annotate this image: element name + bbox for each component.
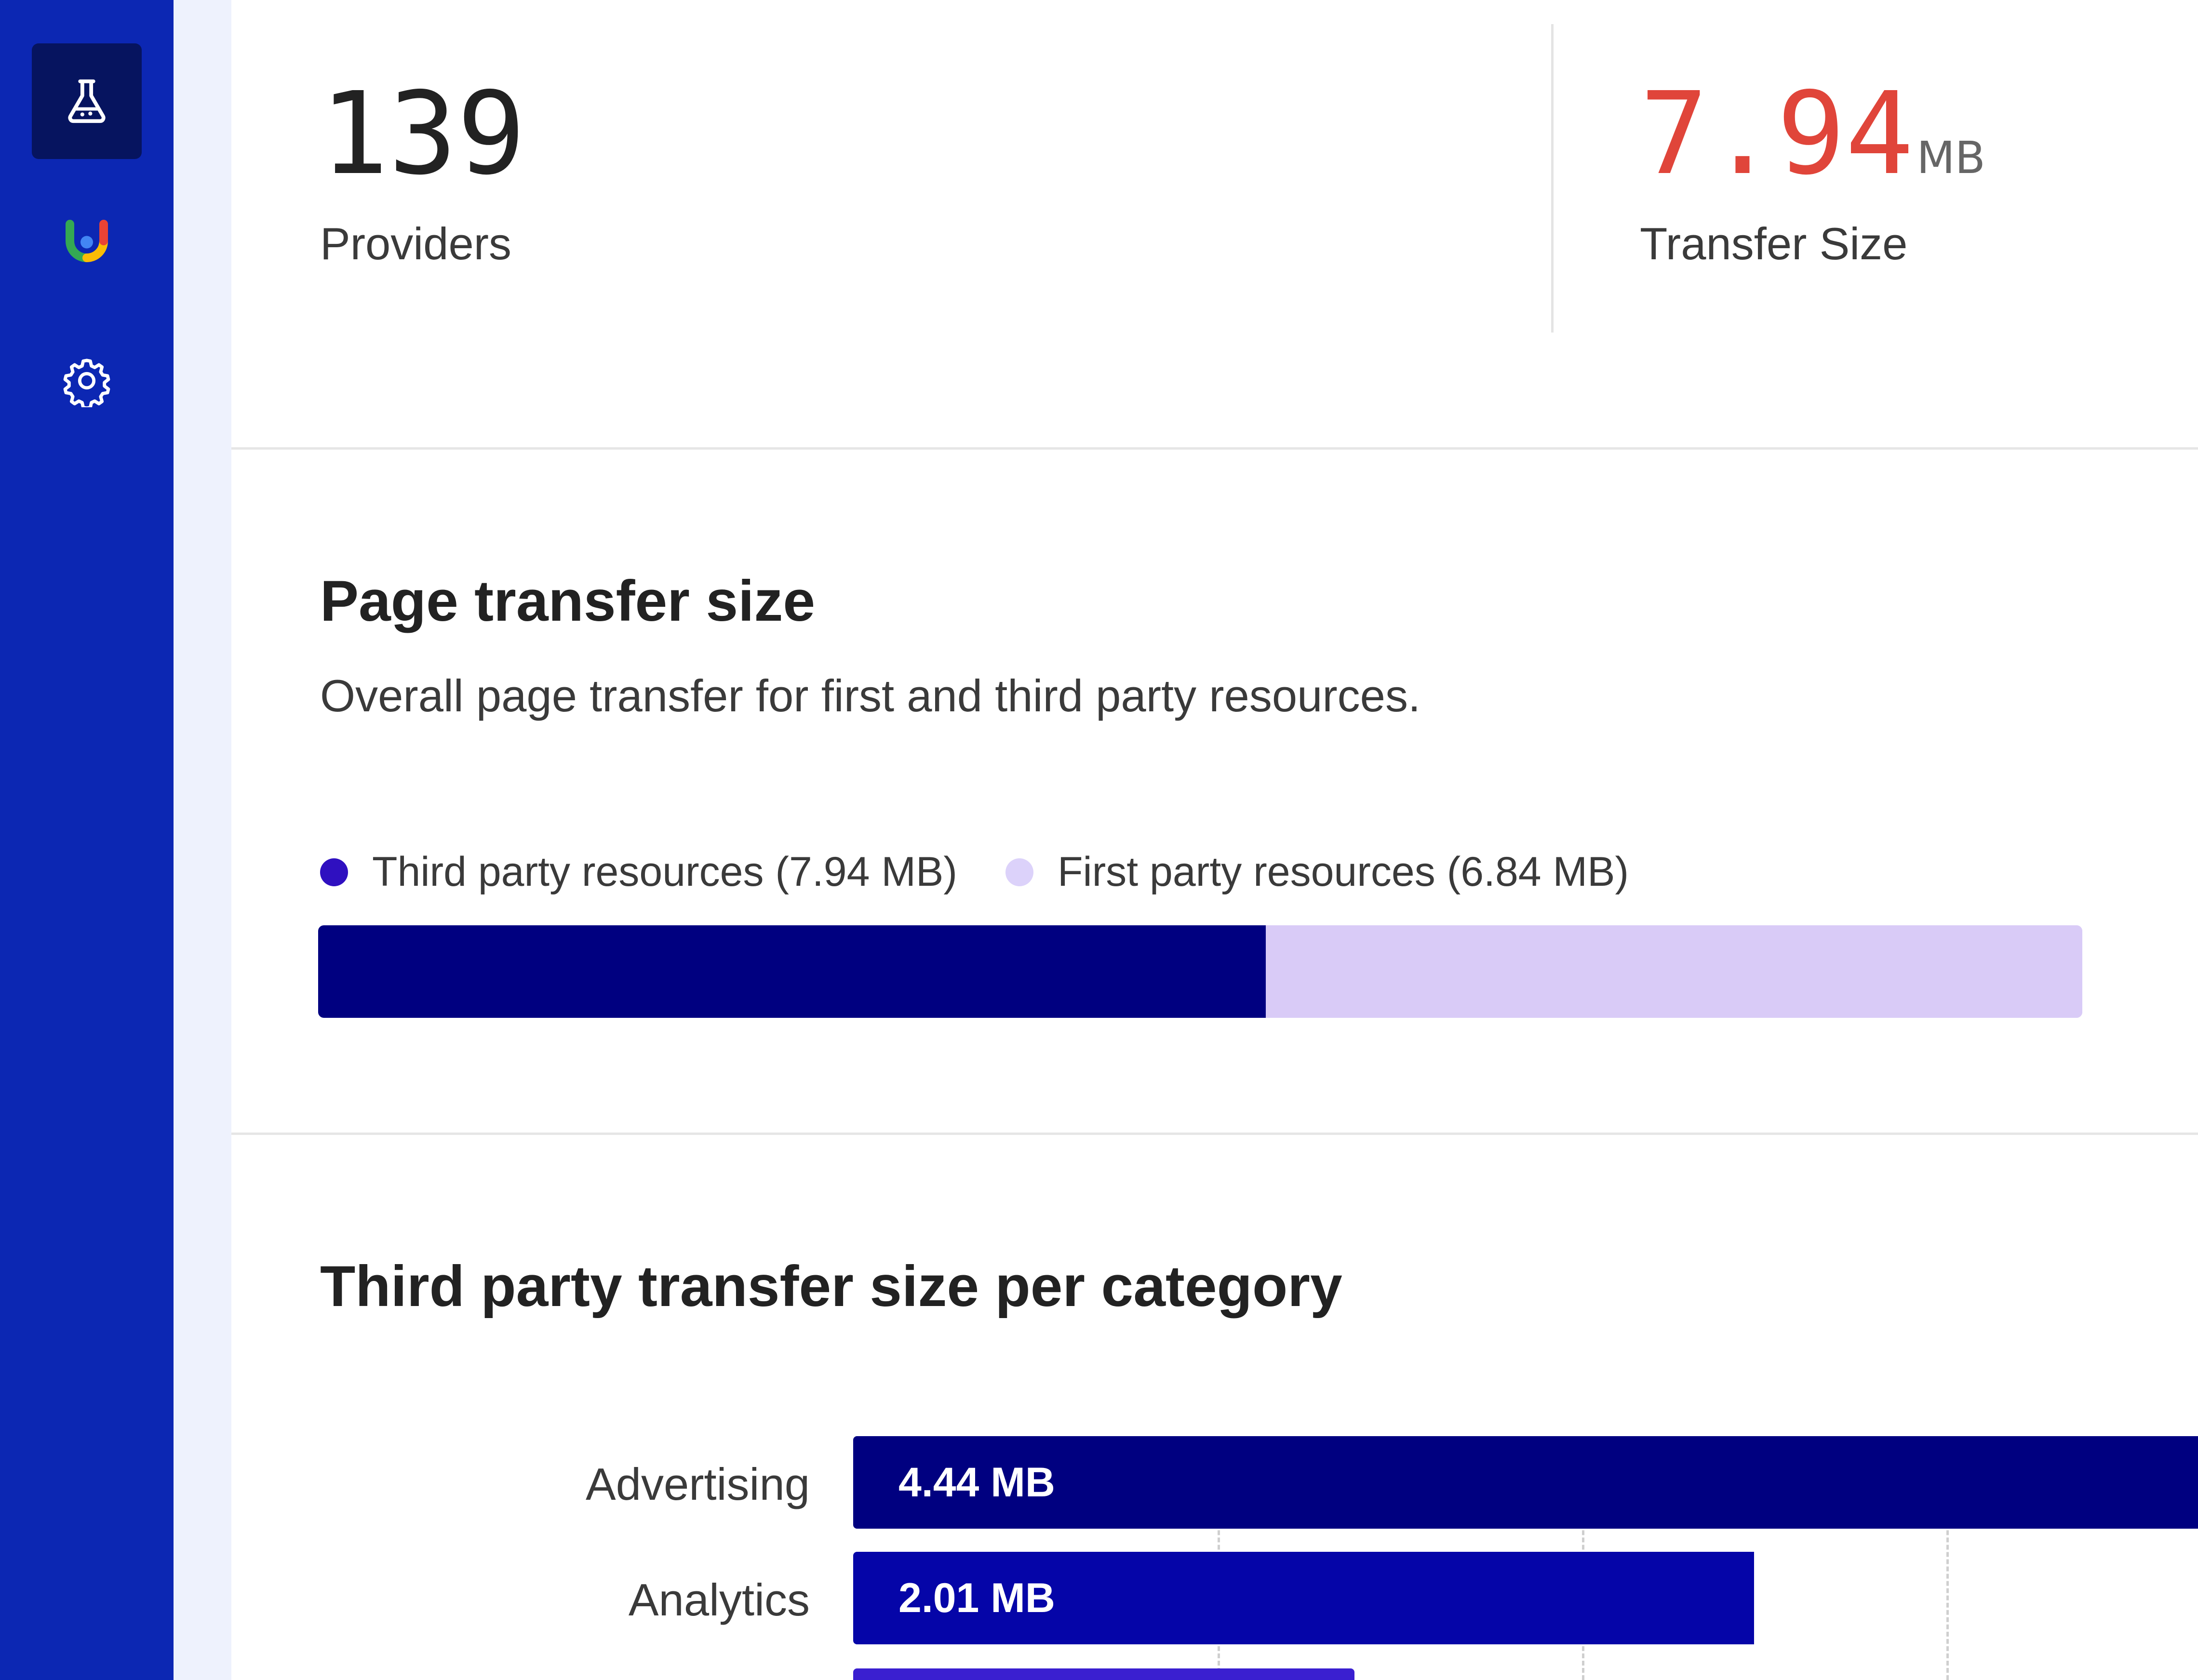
section-divider-2 [231,1133,2198,1135]
legend-item-third-party: Third party resources (7.94 MB) [320,848,957,896]
category-bar-advertising[interactable]: 4.44 MB [853,1436,2198,1529]
providers-label: Providers [320,218,512,269]
legend-label-third-party: Third party resources (7.94 MB) [372,849,957,895]
stats-divider [1551,24,1554,333]
transfer-size-unit: MB [1917,132,1985,184]
legend-label-first-party: First party resources (6.84 MB) [1057,849,1629,895]
category-bar-analytics[interactable]: 2.01 MB [853,1552,1755,1644]
gear-icon [63,359,110,407]
category-bar-value: 4.44 MB [898,1459,1056,1506]
category-section-title: Third party transfer size per category [320,1254,1342,1319]
providers-stat: 139 Providers [320,77,525,270]
nav-item-lab[interactable] [32,43,142,159]
stack-segment-third-party [318,925,1266,1018]
legend-item-first-party: First party resources (6.84 MB) [1005,848,1629,896]
legend-dot-third-party [320,858,348,886]
nav-item-settings[interactable] [32,323,142,439]
page-transfer-description: Overall page transfer for first and thir… [320,670,1421,721]
page-transfer-bar [318,925,2082,1018]
flask-icon [68,79,106,123]
providers-count: 139 [320,67,526,200]
legend-dot-first-party [1005,858,1033,886]
category-label-advertising: Advertising [586,1459,810,1509]
page-transfer-title: Page transfer size [320,569,816,633]
app-logo-icon [66,220,108,262]
transfer-size-label: Transfer Size [1640,218,1908,269]
stack-segment-first-party [1266,925,2082,1018]
nav-item-logo[interactable] [32,183,142,299]
sidebar-gutter [174,0,231,1680]
category-bar-value: 2.01 MB [898,1574,1056,1621]
chart-legend: Third party resources (7.94 MB) First pa… [320,848,1677,896]
main-content: 139 Providers 7.94MB Transfer Size Page … [231,0,2198,1680]
sidebar [0,0,174,1680]
transfer-size-value-row: 7.94MB [1640,77,1985,191]
transfer-size-value: 7.94 [1640,67,1914,200]
category-label-analytics: Analytics [628,1574,810,1625]
app-window: 139 Providers 7.94MB Transfer Size Page … [0,0,2198,1680]
section-divider [231,447,2198,450]
transfer-size-stat: 7.94MB Transfer Size [1640,77,1985,270]
category-bar-partial [853,1668,1354,1680]
